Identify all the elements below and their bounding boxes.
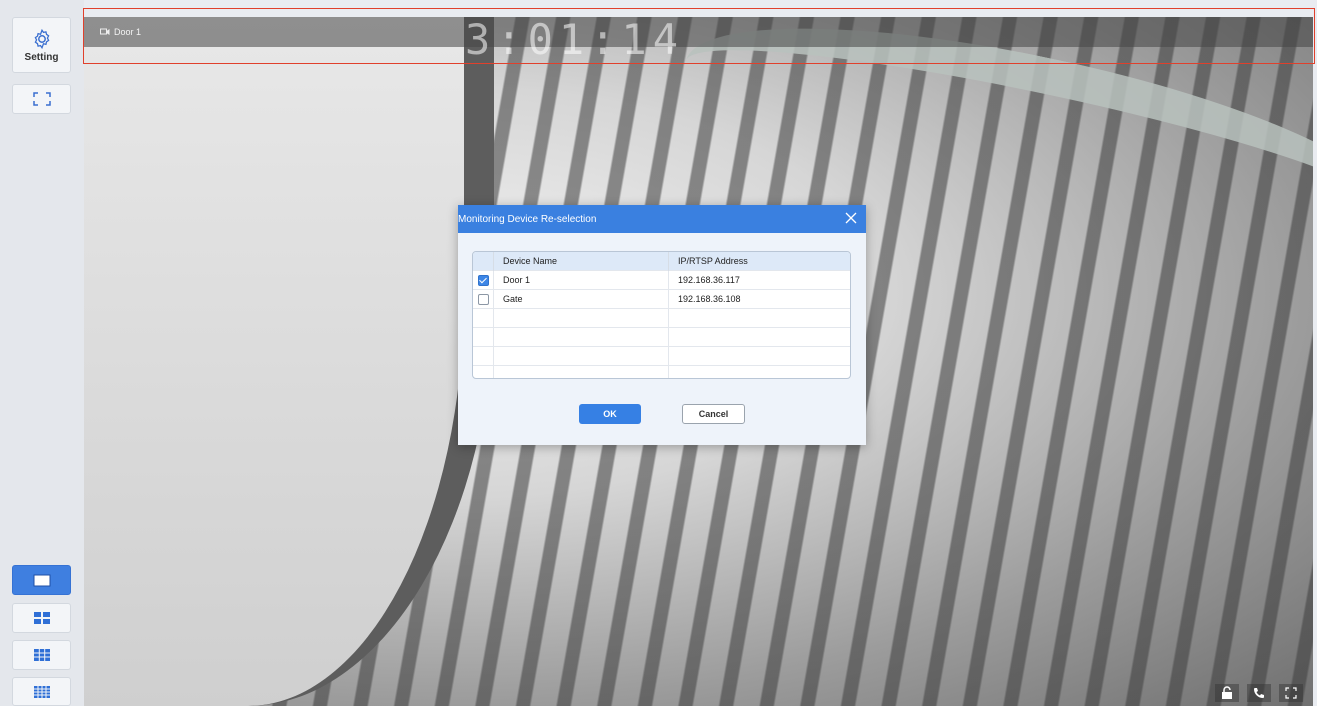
address-cell: 192.168.36.117	[668, 270, 850, 290]
call-button[interactable]	[1247, 684, 1271, 702]
table-header-row: Device Name IP/RTSP Address	[473, 252, 850, 271]
empty-row	[473, 308, 850, 328]
device-name-cell: Door 1	[493, 270, 669, 290]
fullscreen-button[interactable]	[12, 84, 71, 114]
unlock-button[interactable]	[1215, 684, 1239, 702]
layout-4-icon	[33, 612, 50, 624]
unlock-icon	[1222, 686, 1232, 699]
cancel-button[interactable]: Cancel	[682, 404, 745, 424]
dialog-title: Monitoring Device Re-selection	[458, 213, 597, 225]
video-topbar	[84, 17, 1313, 47]
camera-label: Door 1	[100, 27, 141, 37]
fullscreen-icon	[32, 92, 51, 106]
camera-name: Door 1	[114, 27, 142, 37]
row-checkbox[interactable]	[477, 274, 489, 286]
device-table: Device Name IP/RTSP Address Door 1 192.1…	[472, 251, 851, 379]
camera-icon	[100, 28, 110, 35]
layout-1-icon	[33, 574, 50, 586]
table-header-address: IP/RTSP Address	[668, 252, 850, 271]
setting-button[interactable]: Setting	[12, 17, 71, 73]
layout-4-button[interactable]	[12, 603, 71, 633]
fullscreen-icon	[1285, 687, 1297, 699]
table-row[interactable]: Door 1 192.168.36.117	[473, 270, 850, 290]
sidebar: Setting	[0, 0, 84, 706]
gear-icon	[34, 28, 49, 49]
ok-button[interactable]: OK	[579, 404, 641, 424]
layout-16-icon	[33, 685, 50, 698]
close-icon[interactable]	[844, 211, 858, 225]
row-checkbox[interactable]	[477, 293, 489, 305]
table-header-device-name: Device Name	[493, 252, 669, 271]
video-bottom-controls	[1215, 684, 1303, 702]
address-cell: 192.168.36.108	[668, 289, 850, 309]
layout-9-icon	[33, 649, 50, 661]
empty-row	[473, 327, 850, 347]
table-header-select	[473, 252, 494, 271]
video-clock: 3:01:14	[465, 15, 685, 64]
layout-9-button[interactable]	[12, 640, 71, 670]
device-name-cell: Gate	[493, 289, 669, 309]
video-fullscreen-button[interactable]	[1279, 684, 1303, 702]
device-reselection-dialog: Monitoring Device Re-selection Device Na…	[458, 205, 866, 445]
empty-row	[473, 346, 850, 366]
layout-16-button[interactable]	[12, 677, 71, 706]
table-row[interactable]: Gate 192.168.36.108	[473, 289, 850, 309]
video-wall-region	[84, 17, 494, 706]
dialog-header: Monitoring Device Re-selection	[458, 205, 866, 233]
layout-1-button[interactable]	[12, 565, 71, 595]
setting-label: Setting	[24, 51, 59, 63]
call-icon	[1254, 688, 1264, 698]
empty-row	[473, 365, 850, 378]
